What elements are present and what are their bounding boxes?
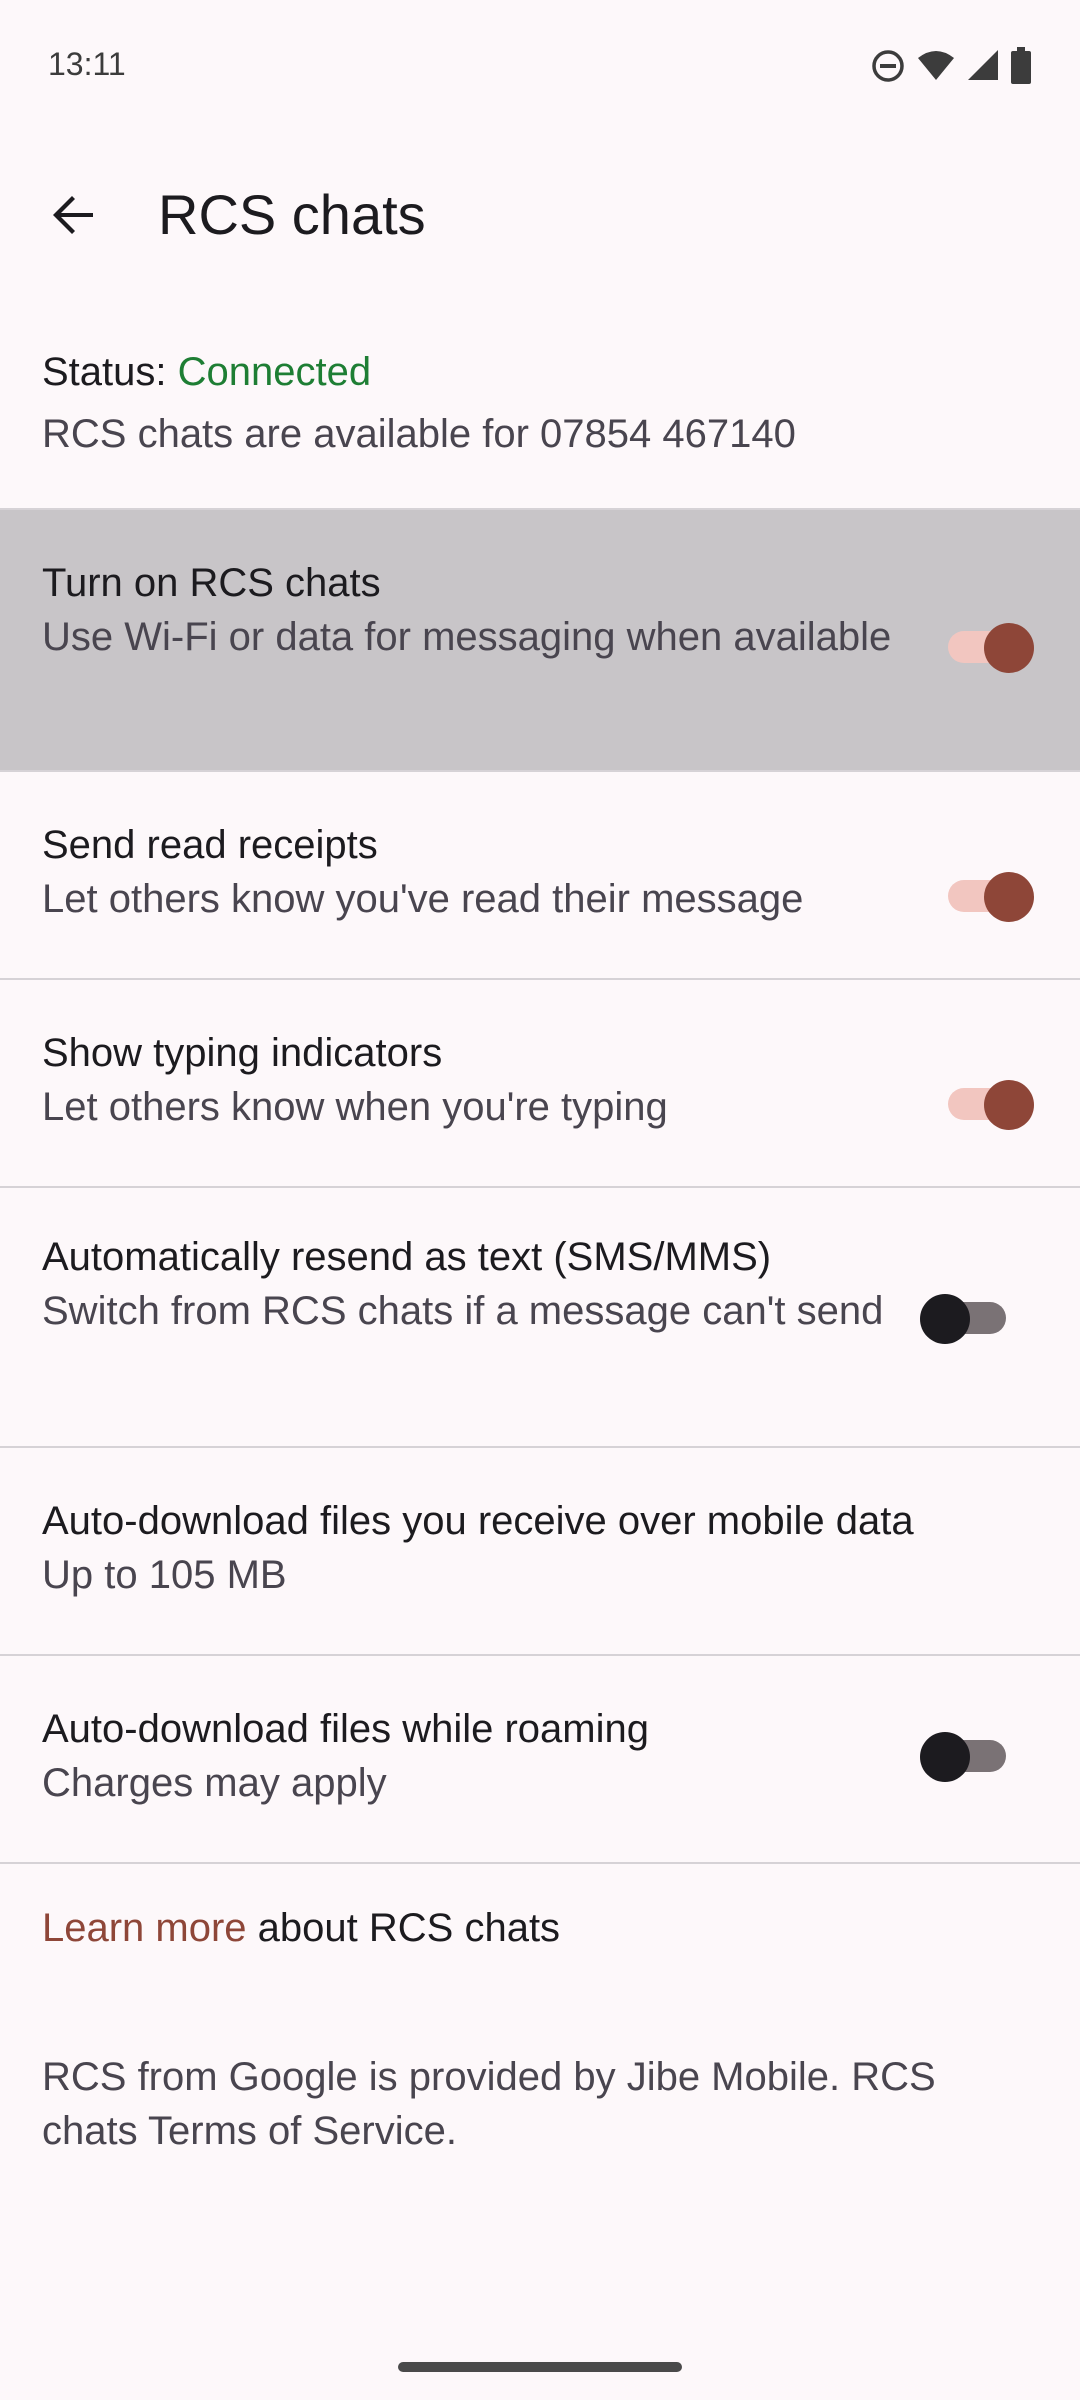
typing-indicators-toggle[interactable]: [948, 1080, 1034, 1130]
toggle-thumb: [984, 872, 1034, 922]
setting-subtitle: Charges may apply: [42, 1761, 387, 1805]
setting-subtitle: Let others know you've read their messag…: [42, 877, 804, 921]
status-line: Status: Connected: [42, 340, 1042, 404]
battery-icon: [1011, 47, 1031, 84]
setting-auto-download-mobile[interactable]: Auto-download files you receive over mob…: [0, 1448, 1080, 1654]
resend-as-text-toggle[interactable]: [920, 1294, 1006, 1344]
setting-turn-on-rcs[interactable]: Turn on RCS chats Use Wi-Fi or data for …: [0, 510, 1080, 770]
status-time: 13:11: [48, 46, 126, 82]
setting-typing-indicators[interactable]: Show typing indicators Let others know w…: [0, 980, 1080, 1186]
read-receipts-toggle[interactable]: [948, 872, 1034, 922]
page-title: RCS chats: [158, 183, 426, 246]
status-availability: RCS chats are available for 07854 467140: [42, 412, 796, 456]
status-value: Connected: [177, 350, 372, 394]
do-not-disturb-icon: [872, 50, 904, 82]
status-bar: 13:11: [0, 0, 1080, 132]
toggle-thumb: [984, 1080, 1034, 1130]
back-button[interactable]: [30, 172, 116, 258]
cellular-signal-icon: [968, 50, 998, 80]
connection-status: Status: Connected RCS chats are availabl…: [42, 340, 1042, 464]
learn-more-text: Learn more about RCS chats: [42, 1906, 560, 1951]
status-icons: [870, 44, 1032, 88]
learn-more-suffix: about RCS chats: [246, 1906, 561, 1950]
rcs-toggle[interactable]: [948, 623, 1034, 673]
setting-resend-as-text[interactable]: Automatically resend as text (SMS/MMS) S…: [0, 1188, 1080, 1446]
auto-download-roaming-toggle[interactable]: [920, 1732, 1006, 1782]
toggle-thumb: [920, 1294, 970, 1344]
setting-subtitle: Switch from RCS chats if a message can't…: [42, 1289, 884, 1333]
setting-title: Turn on RCS chats: [42, 561, 381, 605]
setting-auto-download-roaming[interactable]: Auto-download files while roaming Charge…: [0, 1656, 1080, 1862]
setting-title: Auto-download files you receive over mob…: [42, 1499, 914, 1543]
setting-read-receipts[interactable]: Send read receipts Let others know you'v…: [0, 772, 1080, 978]
top-app-bar: RCS chats: [0, 150, 1080, 280]
home-indicator[interactable]: [398, 2362, 682, 2372]
setting-subtitle: Use Wi-Fi or data for messaging when ava…: [42, 615, 892, 659]
footer-text: RCS from Google is provided by Jibe Mobi…: [42, 2055, 936, 2153]
toggle-thumb: [984, 623, 1034, 673]
status-label: Status:: [42, 350, 178, 394]
setting-title: Show typing indicators: [42, 1031, 443, 1075]
wifi-icon: [918, 51, 954, 80]
learn-more-link[interactable]: Learn more: [42, 1906, 247, 1950]
divider: [0, 1862, 1080, 1864]
arrow-back-icon: [53, 196, 93, 234]
setting-title: Automatically resend as text (SMS/MMS): [42, 1235, 772, 1279]
setting-subtitle: Up to 105 MB: [42, 1553, 287, 1597]
setting-subtitle: Let others know when you're typing: [42, 1085, 668, 1129]
toggle-thumb: [920, 1732, 970, 1782]
setting-title: Send read receipts: [42, 823, 378, 867]
